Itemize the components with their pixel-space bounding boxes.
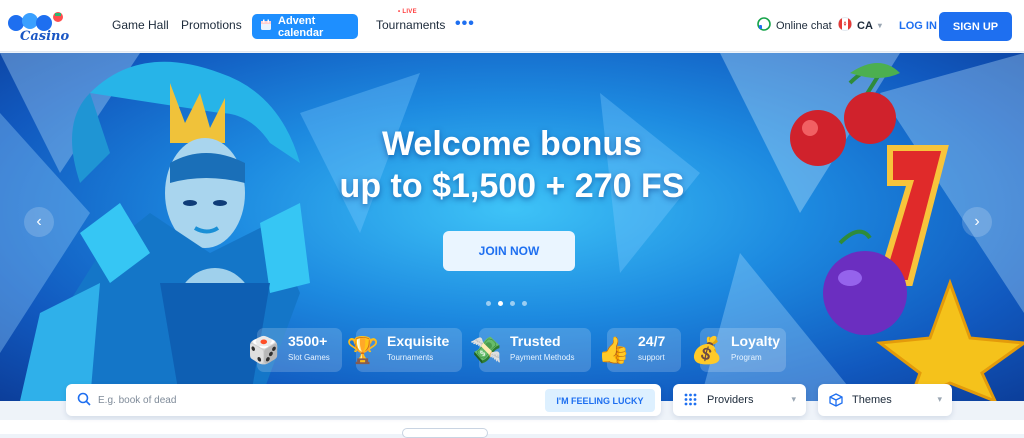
country-selector[interactable]: CA ▾	[838, 17, 882, 34]
content-area	[0, 420, 1024, 434]
banner-title-line2: up to $1,500 + 270 FS	[339, 167, 685, 205]
advent-calendar-label: Advent calendar	[278, 14, 324, 39]
thumbs-up-icon: 👍	[597, 335, 631, 365]
nav-game-hall[interactable]: Game Hall	[112, 18, 169, 32]
themes-label: Themes	[852, 394, 892, 406]
providers-label: Providers	[707, 394, 754, 406]
dice-icon: 🎲	[247, 335, 281, 365]
carousel-dots	[486, 301, 527, 306]
carousel-dot[interactable]	[486, 301, 491, 306]
feature-tournaments: 🏆 Exquisite Tournaments	[347, 328, 462, 372]
feature-subtitle: support	[638, 353, 665, 362]
search-input[interactable]	[98, 391, 398, 409]
more-menu-icon[interactable]: •••	[455, 15, 475, 33]
top-header: Casino Game Hall Promotions Advent calen…	[0, 0, 1024, 52]
carousel-dot-active[interactable]	[498, 301, 503, 306]
advent-calendar-button[interactable]: Advent calendar	[252, 14, 358, 39]
login-button[interactable]: LOG IN	[899, 20, 937, 32]
feature-subtitle: Program	[731, 353, 762, 362]
feature-subtitle: Slot Games	[288, 353, 330, 362]
nav-tournaments[interactable]: Tournaments	[376, 18, 445, 32]
feature-slot-games: 🎲 3500+ Slot Games	[248, 328, 342, 372]
online-chat-button[interactable]: Online chat	[757, 17, 832, 34]
carousel-next-arrow-icon[interactable]: ›	[962, 207, 992, 237]
chat-icon	[757, 17, 771, 34]
chevron-down-icon: ▾	[791, 394, 796, 404]
search-icon	[77, 392, 91, 411]
casino-logo[interactable]: Casino	[6, 9, 70, 44]
chevron-down-icon: ▾	[937, 394, 942, 404]
feature-subtitle: Payment Methods	[510, 353, 575, 362]
nav-promotions[interactable]: Promotions	[181, 18, 242, 32]
providers-dropdown[interactable]: Providers ▾	[673, 384, 806, 416]
feeling-lucky-button[interactable]: I'M FEELING LUCKY	[545, 389, 655, 412]
trophy-icon: 🏆	[346, 335, 380, 365]
online-chat-label: Online chat	[776, 19, 832, 32]
live-badge: • LIVE	[398, 9, 417, 15]
category-tab[interactable]	[402, 428, 488, 438]
feature-loyalty: 💰 Loyalty Program	[691, 328, 786, 372]
logo-text: Casino	[20, 29, 70, 44]
feature-title: Trusted	[510, 333, 561, 349]
chevron-down-icon: ▾	[877, 21, 882, 30]
join-now-button[interactable]: JOIN NOW	[443, 231, 575, 271]
feature-title: 24/7	[638, 333, 666, 349]
themes-dropdown[interactable]: Themes ▾	[818, 384, 952, 416]
feature-subtitle: Tournaments	[387, 353, 434, 362]
feature-support: 👍 24/7 support	[598, 328, 681, 372]
cube-icon	[829, 393, 843, 410]
signup-button[interactable]: SIGN UP	[939, 12, 1012, 41]
feature-payment-methods: 💸 Trusted Payment Methods	[470, 328, 591, 372]
feature-title: Loyalty	[731, 333, 781, 349]
money-bag-icon: 💰	[690, 335, 724, 365]
carousel-prev-arrow-icon[interactable]: ‹	[24, 207, 54, 237]
feature-title: 3500+	[288, 333, 328, 349]
grid-icon	[684, 393, 697, 409]
calendar-icon	[260, 19, 272, 34]
game-search-bar: I'M FEELING LUCKY	[66, 384, 661, 416]
banner-title-line1: Welcome bonus	[381, 125, 643, 163]
canada-flag-icon	[838, 17, 852, 34]
carousel-dot[interactable]	[522, 301, 527, 306]
country-code: CA	[857, 19, 873, 32]
carousel-dot[interactable]	[510, 301, 515, 306]
hero-banner: Welcome bonus up to $1,500 + 270 FS JOIN…	[0, 53, 1024, 401]
feature-title: Exquisite	[387, 333, 450, 349]
money-icon: 💸	[469, 335, 503, 365]
